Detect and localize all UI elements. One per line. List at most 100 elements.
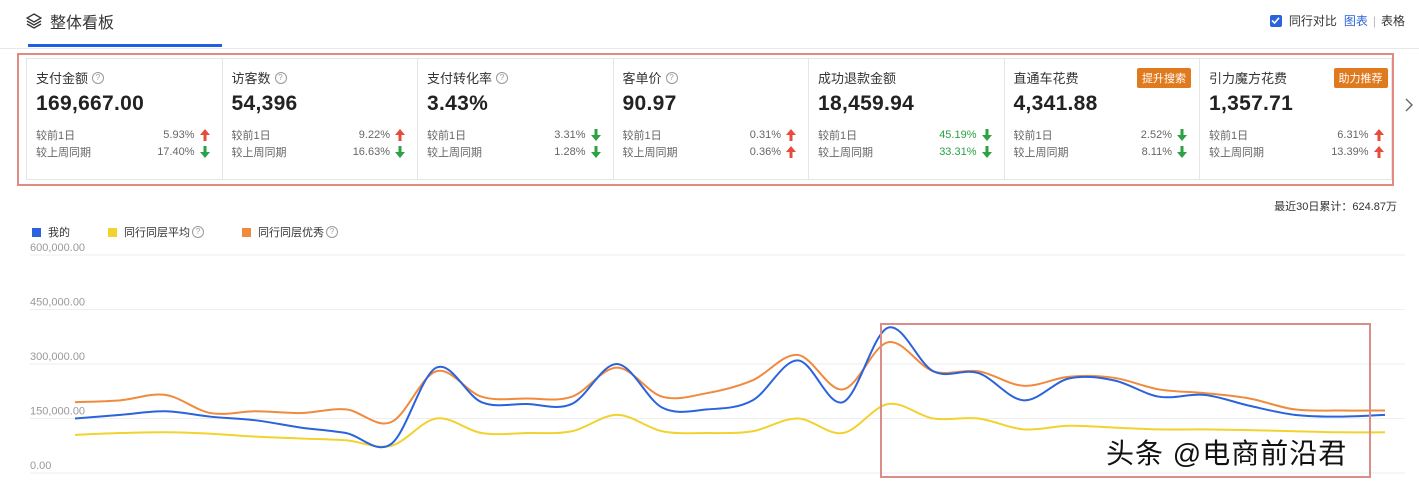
comparison-percent: 13.39% — [1331, 146, 1369, 158]
page-title: 整体看板 — [50, 15, 115, 32]
metric-value: 90.97 — [622, 92, 677, 115]
metric-value: 1,357.71 — [1209, 92, 1294, 115]
y-tick-label: 150,000.00 — [30, 406, 85, 418]
arrow-down-icon — [981, 129, 992, 141]
arrow-down-icon — [590, 129, 601, 141]
arrow-up-icon — [1373, 129, 1384, 141]
help-circle-icon[interactable]: ? — [665, 71, 678, 84]
metric-label-group: 客单价? — [623, 68, 809, 87]
metric-card[interactable]: 支付金额? 169,667.00 较前1日 5.93% 较上周同期 17.40% — [27, 59, 223, 179]
legend-item[interactable]: 同行同层优秀? — [242, 224, 338, 240]
comparison-label: 较上周同期 — [622, 147, 678, 159]
comparison-percent: 9.22% — [358, 129, 390, 141]
metric-label: 客单价 — [622, 71, 662, 86]
comparison-label: 较前1日 — [1209, 130, 1249, 142]
y-tick-label: 450,000.00 — [30, 297, 85, 309]
comparison-label: 较上周同期 — [1013, 147, 1069, 159]
y-tick-label: 0.00 — [30, 460, 51, 472]
title-group: 整体看板 — [26, 9, 114, 33]
comparison-label: 较上周同期 — [427, 147, 482, 159]
comparison-row: 较上周同期 33.31% — [818, 144, 992, 160]
comparison-row: 较上周同期 8.11% — [1013, 144, 1187, 160]
comparison-percent: 45.19% — [939, 129, 977, 141]
comparison-percent: 33.31% — [939, 146, 977, 158]
comparison-row: 较上周同期 13.39% — [1209, 144, 1384, 160]
comparison-percent: 5.93% — [163, 129, 195, 141]
view-chart-link[interactable]: 图表 — [1344, 12, 1368, 29]
y-tick-label: 300,000.00 — [30, 351, 85, 363]
metric-value: 4,341.88 — [1013, 92, 1098, 115]
arrow-up-icon — [199, 129, 210, 141]
arrow-down-icon — [1177, 146, 1187, 158]
comparison-row: 较前1日 6.31% — [1209, 127, 1384, 143]
help-circle-icon[interactable]: ? — [496, 71, 509, 84]
comparison-percent: 17.40% — [157, 146, 195, 158]
legend-label: 我的 — [48, 227, 70, 239]
layers-icon — [26, 13, 42, 29]
y-tick-label: 600,000.00 — [30, 242, 85, 254]
comparison-row: 较上周同期 0.36% — [622, 144, 796, 160]
metric-card[interactable]: 支付转化率? 3.43% 较前1日 3.31% 较上周同期 1.28% — [418, 59, 614, 179]
view-controls: 同行对比 图表 | 表格 — [1269, 12, 1405, 29]
comparison-percent: 3.31% — [554, 129, 586, 141]
metric-value: 169,667.00 — [36, 92, 145, 115]
legend-item[interactable]: 同行同层平均? — [108, 224, 204, 240]
comparison-label: 较前1日 — [231, 130, 271, 142]
metric-card[interactable]: 直通车花费 4,341.88 提升搜索较前1日 2.52% 较上周同期 8.11% — [1005, 59, 1200, 179]
comparison-row: 较前1日 3.31% — [427, 127, 601, 143]
help-circle-icon[interactable]: ? — [274, 71, 287, 84]
metric-card[interactable]: 引力魔方花费 1,357.71 助力推荐较前1日 6.31% 较上周同期 13.39% — [1200, 59, 1396, 179]
comparison-row: 较上周同期 16.63% — [231, 144, 405, 160]
metric-card[interactable]: 客单价? 90.97 较前1日 0.31% 较上周同期 0.36% — [614, 59, 809, 179]
legend-label: 同行同层优秀 — [258, 227, 324, 239]
metric-label: 成功退款金额 — [818, 71, 897, 86]
comparison-row: 较上周同期 1.28% — [427, 144, 601, 160]
metric-label: 访客数 — [231, 71, 271, 86]
legend-item[interactable]: 我的 — [32, 224, 70, 240]
comparison-percent: 8.11% — [1141, 146, 1172, 158]
comparison-row: 较前1日 45.19% — [818, 127, 992, 143]
comparison-label: 较前1日 — [622, 130, 662, 142]
comparison-label: 较上周同期 — [818, 147, 873, 159]
metric-card[interactable]: 成功退款金额 18,459.94 较前1日 45.19% 较上周同期 33.31% — [809, 59, 1005, 179]
comparison-percent: 16.63% — [352, 146, 390, 158]
view-table-link[interactable]: 表格 — [1381, 12, 1405, 29]
comparison-label: 较前1日 — [427, 130, 467, 142]
metric-value: 3.43% — [427, 92, 489, 115]
promo-badge-button[interactable]: 助力推荐 — [1333, 68, 1388, 88]
comparison-label: 较上周同期 — [231, 147, 287, 159]
arrow-up-icon — [1373, 146, 1384, 158]
compare-toggle-label[interactable]: 同行对比 — [1289, 12, 1337, 29]
arrow-up-icon — [786, 129, 796, 141]
promo-badge-button[interactable]: 提升搜索 — [1137, 68, 1191, 88]
comparison-row: 较前1日 2.52% — [1013, 127, 1187, 143]
comparison-percent: 0.36% — [749, 146, 781, 158]
help-circle-icon[interactable]: ? — [192, 226, 204, 238]
arrow-up-icon — [395, 129, 405, 141]
legend-swatch — [32, 227, 41, 237]
comparison-percent: 6.31% — [1337, 129, 1369, 141]
legend-swatch — [108, 227, 117, 237]
view-separator: | — [1372, 13, 1376, 28]
comparison-percent: 2.52% — [1140, 129, 1172, 141]
chart-legend: 我的 同行同层平均? 同行同层优秀? — [32, 224, 376, 240]
metric-label: 支付转化率 — [427, 71, 493, 86]
metric-label-group: 支付金额? — [36, 68, 222, 87]
metric-value: 54,396 — [231, 92, 298, 115]
metric-value: 18,459.94 — [818, 92, 915, 115]
comparison-percent: 1.28% — [554, 146, 586, 158]
metric-card[interactable]: 访客数? 54,396 较前1日 9.22% 较上周同期 16.63% — [223, 59, 418, 179]
checkbox-checked-icon[interactable] — [1269, 14, 1282, 27]
title-active-indicator — [28, 44, 222, 47]
comparison-label: 较前1日 — [1013, 130, 1053, 142]
metric-label: 引力魔方花费 — [1209, 71, 1288, 86]
help-circle-icon[interactable]: ? — [326, 226, 338, 238]
help-circle-icon[interactable]: ? — [92, 71, 105, 84]
metric-label-group: 支付转化率? — [427, 68, 613, 87]
arrow-down-icon — [199, 146, 210, 158]
chevron-right-icon[interactable] — [1405, 96, 1413, 117]
metric-label: 支付金额 — [36, 71, 89, 86]
metric-label: 直通车花费 — [1013, 71, 1079, 86]
arrow-down-icon — [395, 146, 405, 158]
comparison-row: 较前1日 0.31% — [622, 127, 796, 143]
